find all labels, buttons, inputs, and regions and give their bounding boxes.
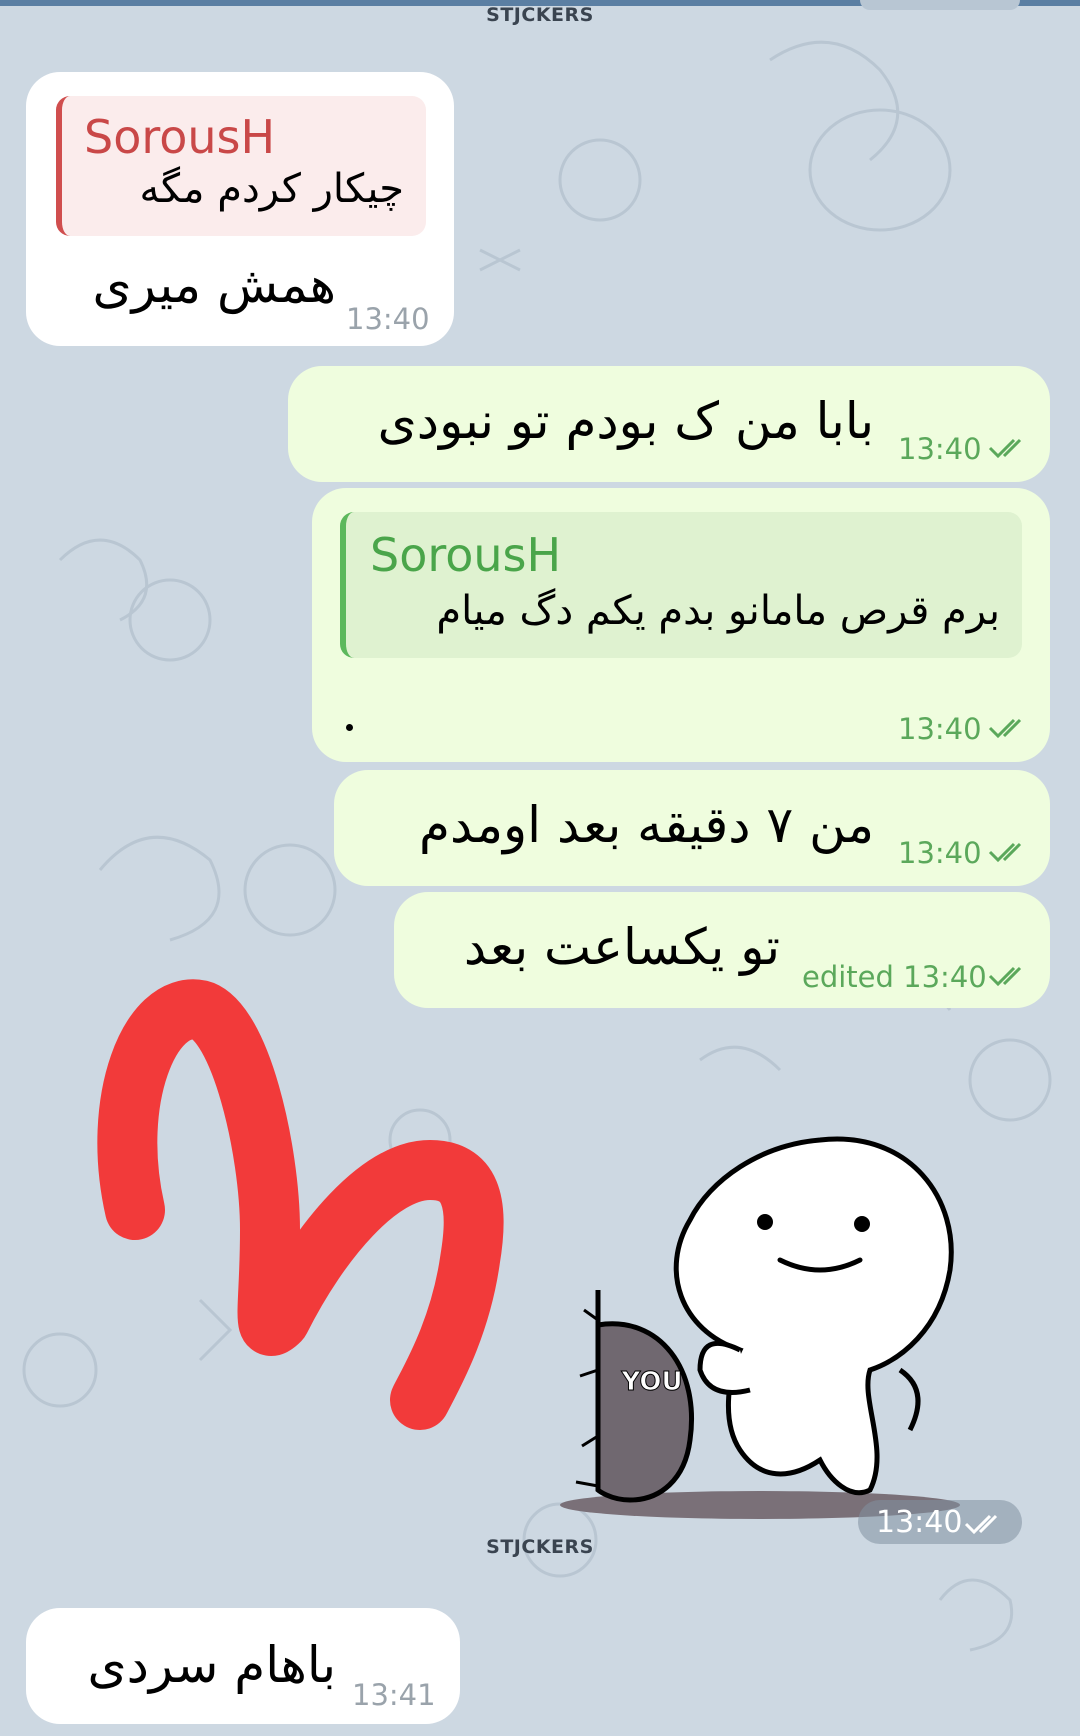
message-time: 13:41: [352, 1678, 436, 1712]
message-bubble-incoming[interactable]: باهام سردی 13:41: [26, 1608, 460, 1724]
sticker-white-ghost: [673, 1136, 954, 1496]
sticker-time: 13:40: [876, 1505, 963, 1540]
sticker-you-label: YOU: [620, 1367, 682, 1397]
sticker-dark-ghost: [595, 1321, 694, 1503]
sticker-set-caption: STJCKERS: [486, 1536, 594, 1558]
read-double-check-icon: [964, 1514, 998, 1535]
message-text: باهام سردی: [87, 1636, 337, 1694]
sticker-ghost-you[interactable]: YOU: [540, 1120, 1020, 1520]
